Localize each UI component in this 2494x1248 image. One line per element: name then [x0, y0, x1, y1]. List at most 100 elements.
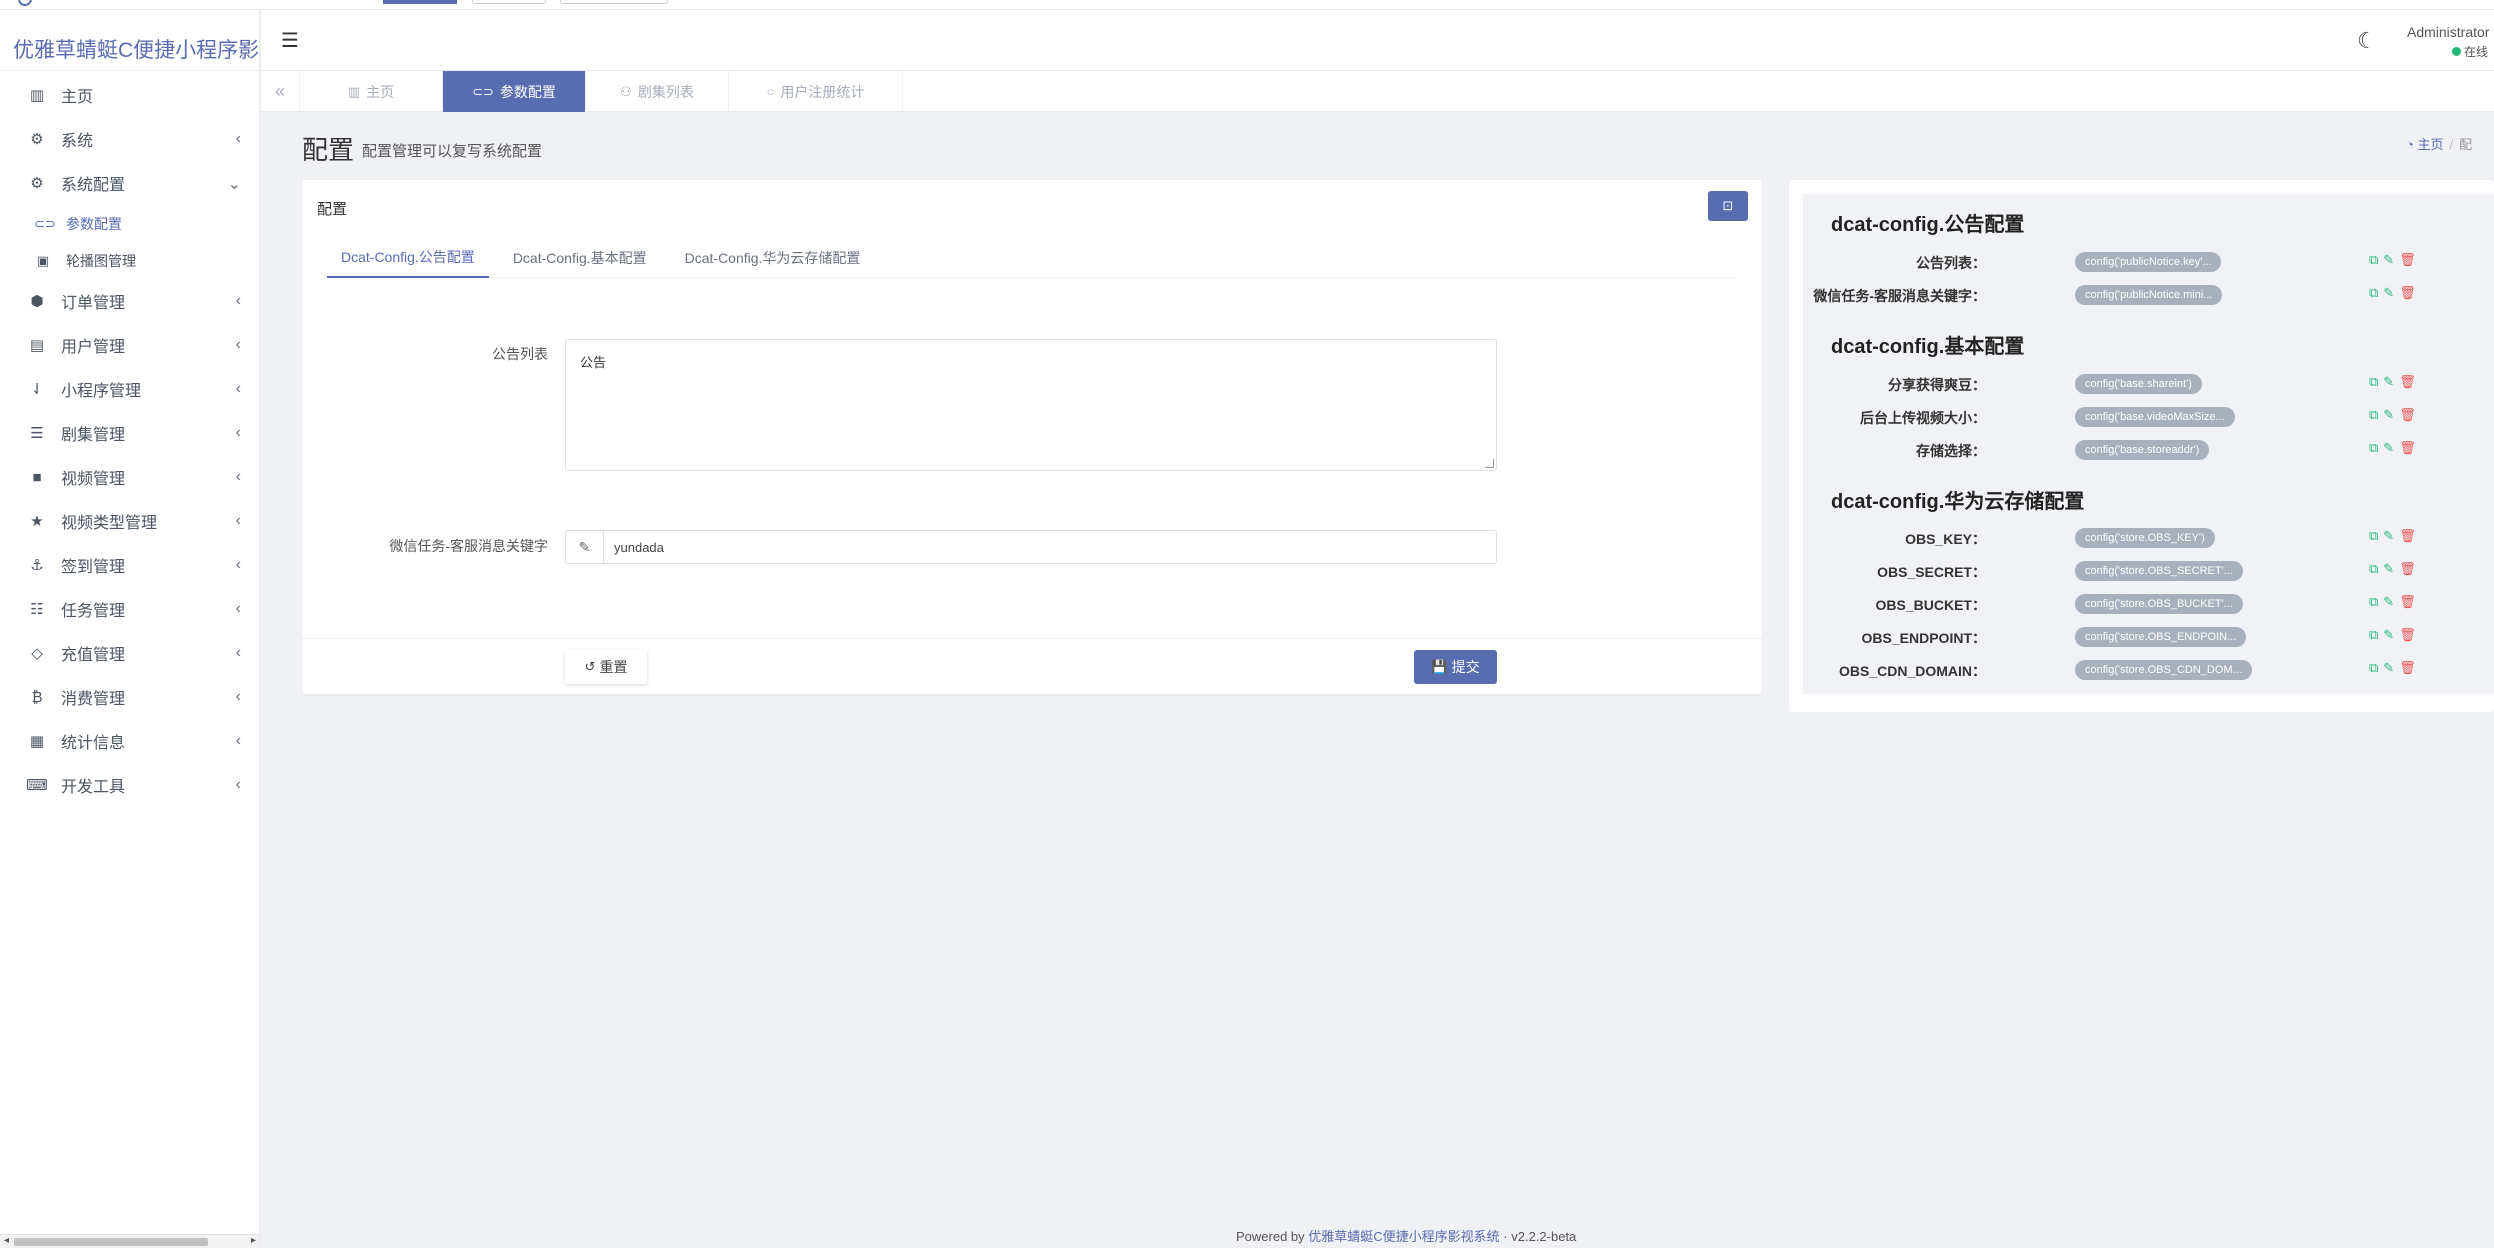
edit-icon[interactable]: ✎ — [2383, 627, 2394, 643]
scrollbar-thumb[interactable] — [14, 1238, 208, 1246]
submit-button[interactable]: 💾 提交 — [1414, 650, 1497, 684]
config-row: OBS_SECRET： config('store.OBS_SECRET'...… — [1803, 558, 2494, 586]
edit-icon[interactable]: ✎ — [2383, 252, 2394, 268]
tab-label: 用户注册统计 — [780, 83, 865, 100]
sidebar-item-label: 用户管理 — [61, 339, 126, 356]
edit-icon[interactable]: ✎ — [2383, 528, 2394, 544]
top-box — [560, 0, 668, 4]
tab-user-registration-stats[interactable]: ○ 用户注册统计 — [729, 71, 903, 112]
chevron-left-icon: ‹ — [235, 380, 241, 397]
notice-list-textarea[interactable]: 公告 — [565, 339, 1497, 471]
row-actions: ⧉ ✎ 🗑 — [2369, 440, 2416, 456]
trash-icon[interactable]: 🗑 — [2399, 594, 2416, 610]
copy-icon[interactable]: ⧉ — [2369, 252, 2378, 268]
menu-toggle-icon[interactable]: ☰ — [281, 28, 299, 53]
expand-button[interactable]: ⊡ — [1708, 191, 1748, 221]
tab-label: 剧集列表 — [637, 83, 694, 100]
wechat-keyword-field[interactable]: ✎ yundada — [565, 530, 1497, 564]
trash-icon[interactable]: 🗑 — [2399, 374, 2416, 390]
image-icon: ▣ — [36, 252, 50, 268]
user-menu[interactable]: Administrator 在线 — [2407, 24, 2489, 60]
reset-button[interactable]: ↺ 重置 — [565, 650, 647, 684]
edit-icon[interactable]: ✎ — [2383, 561, 2394, 577]
sidebar-item-tasks[interactable]: ☷ 任务管理 ‹ — [0, 587, 259, 631]
chevron-down-icon: ⌄ — [227, 176, 241, 193]
sidebar-item-video-types[interactable]: ★ 视频类型管理 ‹ — [0, 499, 259, 543]
wechat-keyword-value[interactable]: yundada — [604, 531, 664, 563]
copy-icon[interactable]: ⧉ — [2369, 528, 2378, 544]
user-name: Administrator — [2407, 24, 2490, 40]
sidebar-item-label: 系统 — [61, 133, 94, 150]
chevron-left-icon: ‹ — [235, 688, 241, 705]
tab-home[interactable]: ▥ 主页 — [300, 71, 443, 112]
footer-prefix: Powered by — [1236, 1229, 1305, 1244]
edit-icon[interactable]: ✎ — [2383, 440, 2394, 456]
sidebar-scrollbar[interactable]: ◂ ▸ — [0, 1234, 259, 1248]
config-card: 配置 ⊡ Dcat-Config.公告配置 Dcat-Config.基本配置 D… — [302, 180, 1762, 694]
breadcrumb-home[interactable]: 主页 — [2417, 137, 2443, 152]
sidebar-item-orders[interactable]: ⬢ 订单管理 ‹ — [0, 279, 259, 323]
trash-icon[interactable]: 🗑 — [2399, 660, 2416, 676]
footer-link[interactable]: 优雅草蜻蜓C便捷小程序影视系统 — [1308, 1229, 1499, 1244]
wechat-keyword-label: 微信任务-客服消息关键字 — [389, 538, 548, 554]
tab-params-config[interactable]: ⊂⊃ 参数配置 — [443, 71, 586, 112]
trash-icon[interactable]: 🗑 — [2399, 528, 2416, 544]
toggle-icon: ⊂⊃ — [472, 83, 494, 99]
tab-episode-list[interactable]: ⚇ 剧集列表 — [586, 71, 729, 112]
config-key-label: OBS_BUCKET： — [1875, 597, 1986, 613]
dark-mode-moon-icon[interactable]: ☾ — [2357, 28, 2377, 54]
edit-icon[interactable]: ✎ — [2383, 594, 2394, 610]
sidebar-subitem-carousel[interactable]: ▣ 轮播图管理 — [0, 242, 259, 279]
copy-icon[interactable]: ⧉ — [2369, 561, 2378, 577]
trash-icon[interactable]: 🗑 — [2399, 407, 2416, 423]
scroll-right-icon[interactable]: ▸ — [251, 1235, 256, 1246]
row-actions: ⧉ ✎ 🗑 — [2369, 528, 2416, 544]
edit-icon[interactable]: ✎ — [2383, 374, 2394, 390]
sidebar-item-label: 系统配置 — [61, 177, 126, 194]
expand-icon: ⊡ — [1722, 198, 1734, 213]
copy-icon[interactable]: ⧉ — [2369, 440, 2378, 456]
copy-icon[interactable]: ⧉ — [2369, 374, 2378, 390]
edit-icon[interactable]: ✎ — [2383, 407, 2394, 423]
dashboard-icon: ◔ — [2406, 137, 2414, 152]
trash-icon[interactable]: 🗑 — [2399, 561, 2416, 577]
scroll-left-icon[interactable]: ◂ — [4, 1235, 9, 1246]
tab-notice-config[interactable]: Dcat-Config.公告配置 — [327, 238, 489, 278]
sidebar-item-videos[interactable]: ■ 视频管理 ‹ — [0, 455, 259, 499]
sidebar-item-label: 统计信息 — [61, 735, 126, 752]
copy-icon[interactable]: ⧉ — [2369, 594, 2378, 610]
users-icon: ⚇ — [620, 83, 632, 99]
sidebar-subitem-params[interactable]: ⊂⊃ 参数配置 — [0, 205, 259, 242]
sidebar-item-label: 开发工具 — [61, 779, 126, 796]
trash-icon[interactable]: 🗑 — [2399, 440, 2416, 456]
sidebar-item-statistics[interactable]: ▦ 统计信息 ‹ — [0, 719, 259, 763]
brand-title[interactable]: 优雅草蜻蜓C便捷小程序影视 — [0, 10, 259, 71]
sidebar-item-episodes[interactable]: ☰ 剧集管理 ‹ — [0, 411, 259, 455]
copy-icon[interactable]: ⧉ — [2369, 407, 2378, 423]
sidebar-item-devtools[interactable]: ⌨ 开发工具 ‹ — [0, 763, 259, 807]
sidebar-item-recharge[interactable]: ◇ 充值管理 ‹ — [0, 631, 259, 675]
tab-basic-config[interactable]: Dcat-Config.基本配置 — [499, 238, 661, 278]
tabs-scroll-left-icon[interactable]: « — [261, 71, 300, 112]
sidebar-item-system-config[interactable]: ⚙ 系统配置 ⌄ — [0, 161, 259, 205]
sidebar-item-users[interactable]: ▤ 用户管理 ‹ — [0, 323, 259, 367]
trash-icon[interactable]: 🗑 — [2399, 285, 2416, 301]
copy-icon[interactable]: ⧉ — [2369, 627, 2378, 643]
config-key-label: 公告列表： — [1916, 255, 1986, 271]
chevron-left-icon: ‹ — [235, 644, 241, 661]
trash-icon[interactable]: 🗑 — [2399, 252, 2416, 268]
sidebar-item-consumption[interactable]: ₿ 消费管理 ‹ — [0, 675, 259, 719]
trash-icon[interactable]: 🗑 — [2399, 627, 2416, 643]
sidebar-item-home[interactable]: ▥ 主页 — [0, 73, 259, 117]
edit-icon[interactable]: ✎ — [2383, 660, 2394, 676]
sidebar-item-system[interactable]: ⚙ 系统 ‹ — [0, 117, 259, 161]
edit-icon[interactable]: ✎ — [2383, 285, 2394, 301]
sidebar-item-checkin[interactable]: ⚓ 签到管理 ‹ — [0, 543, 259, 587]
page-description: 配置管理可以复写系统配置 — [362, 143, 543, 160]
sidebar-item-label: 消费管理 — [61, 691, 126, 708]
tab-huawei-storage-config[interactable]: Dcat-Config.华为云存储配置 — [671, 238, 875, 278]
copy-icon[interactable]: ⧉ — [2369, 285, 2378, 301]
sidebar-item-miniprogram[interactable]: ⇃ 小程序管理 ‹ — [0, 367, 259, 411]
copy-icon[interactable]: ⧉ — [2369, 660, 2378, 676]
sidebar-item-label: 视频管理 — [61, 471, 126, 488]
